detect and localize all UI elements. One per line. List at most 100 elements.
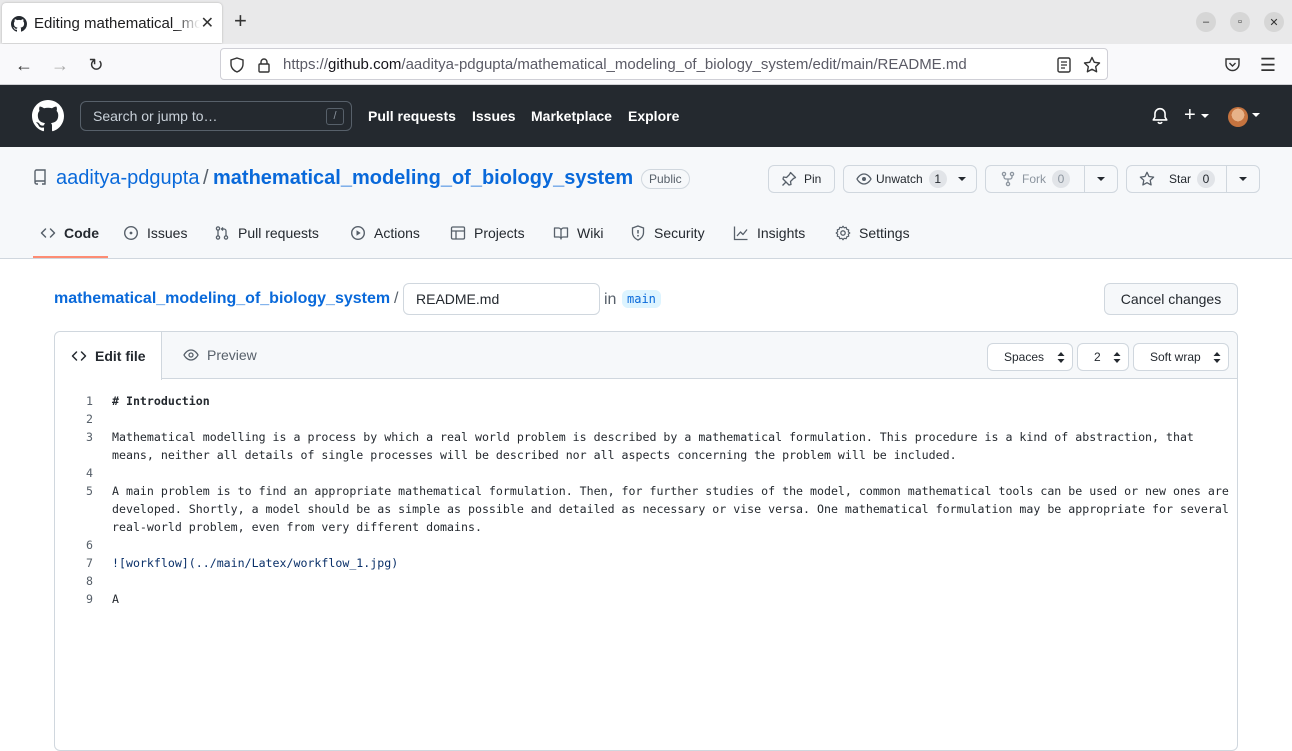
tab-pull-requests[interactable]: Pull requests	[214, 225, 319, 241]
nav-issues[interactable]: Issues	[472, 108, 516, 124]
fork-count: 0	[1052, 170, 1070, 188]
code-line[interactable]: ![workflow](../main/Latex/workflow_1.jpg…	[112, 554, 1234, 572]
line-number: 4	[86, 466, 93, 480]
fork-label: Fork	[1022, 172, 1046, 186]
tab-wiki[interactable]: Wiki	[553, 225, 603, 241]
menu-icon[interactable]: ☰	[1257, 54, 1279, 76]
forward-icon[interactable]: →	[49, 54, 71, 76]
eye-icon	[183, 349, 199, 361]
unwatch-button[interactable]: Unwatch 1	[843, 165, 977, 193]
tab-actions[interactable]: Actions	[350, 225, 420, 241]
line-number: 6	[86, 538, 93, 552]
repo-path-separator: /	[203, 167, 209, 189]
in-label: in	[604, 291, 617, 308]
url-text: https://github.com/aaditya-pdgupta/mathe…	[283, 56, 967, 73]
branch-badge[interactable]: main	[622, 290, 661, 308]
nav-pull-requests[interactable]: Pull requests	[368, 108, 456, 124]
shield-icon[interactable]	[229, 57, 245, 73]
user-avatar[interactable]	[1228, 107, 1248, 127]
book-icon	[553, 227, 569, 240]
indent-mode-select[interactable]: Spaces	[987, 343, 1073, 371]
select-arrows-icon	[1113, 352, 1121, 363]
filename-input[interactable]: README.md	[403, 283, 600, 315]
reader-view-icon[interactable]	[1057, 57, 1071, 73]
search-placeholder: Search or jump to…	[93, 108, 218, 124]
code-line[interactable]: Mathematical modelling is a process by w…	[112, 428, 1234, 464]
active-tab-underline	[33, 256, 108, 258]
tab-code[interactable]: Code	[40, 225, 99, 241]
fork-icon	[1001, 171, 1015, 187]
repo-owner-link[interactable]: aaditya-pdgupta	[56, 167, 199, 190]
fork-button[interactable]: Fork 0	[985, 165, 1085, 193]
browser-tab[interactable]: Editing mathematical_modeling_of_biology…	[2, 3, 222, 43]
window-close-icon[interactable]: ✕	[1264, 12, 1284, 32]
git-pull-request-icon	[215, 226, 229, 240]
line-number: 2	[86, 412, 93, 426]
line-number: 8	[86, 574, 93, 588]
create-new-plus-icon[interactable]: +	[1184, 104, 1210, 127]
search-input[interactable]: Search or jump to… /	[80, 101, 352, 131]
restore-icon[interactable]: ▫	[1230, 12, 1250, 32]
lock-icon[interactable]	[257, 57, 271, 73]
avatar-chevron-down-icon[interactable]	[1252, 113, 1260, 117]
reload-icon[interactable]: ↻	[85, 54, 107, 76]
pin-label: Pin	[804, 172, 822, 186]
url-bar[interactable]: https://github.com/aaditya-pdgupta/mathe…	[220, 48, 1108, 80]
star-count: 0	[1197, 170, 1216, 188]
repo-name-link[interactable]: mathematical_modeling_of_biology_system	[213, 167, 633, 190]
code-line[interactable]: A main problem is to find an appropriate…	[112, 482, 1234, 536]
star-label: Star	[1169, 172, 1192, 186]
table-icon	[450, 226, 466, 240]
indent-size-select[interactable]: 2	[1077, 343, 1129, 371]
pocket-icon[interactable]	[1224, 56, 1241, 73]
watch-count: 1	[928, 170, 947, 188]
tab-issues[interactable]: Issues	[123, 225, 187, 241]
back-icon[interactable]: ←	[13, 54, 35, 76]
line-number: 9	[86, 592, 93, 606]
tab-security[interactable]: Security	[630, 225, 705, 241]
line-number: 1	[86, 394, 93, 408]
star-chevron-down-icon	[1239, 177, 1247, 181]
line-number: 3	[86, 430, 93, 444]
editor-header: Edit file Preview Spaces 2 Soft wrap	[55, 332, 1237, 380]
edit-file-tab[interactable]: Edit file	[55, 332, 162, 380]
breadcrumb-separator: /	[394, 290, 399, 307]
tab-projects[interactable]: Projects	[450, 225, 525, 241]
preview-tab[interactable]: Preview	[183, 347, 257, 363]
code-icon	[40, 228, 56, 238]
breadcrumb-repo-link[interactable]: mathematical_modeling_of_biology_system	[54, 290, 390, 308]
bookmark-star-icon[interactable]	[1083, 56, 1101, 74]
nav-explore[interactable]: Explore	[628, 108, 679, 124]
browser-tab-bar: Editing mathematical_modeling_of_biology…	[0, 0, 1292, 44]
code-line[interactable]: # Introduction	[112, 392, 1234, 410]
select-arrows-icon	[1057, 352, 1065, 363]
github-logo-icon[interactable]	[32, 100, 64, 132]
minimize-icon[interactable]: –	[1196, 12, 1216, 32]
graph-icon	[733, 226, 748, 241]
eye-icon	[856, 173, 872, 185]
pin-icon	[782, 171, 797, 186]
code-line[interactable]: A	[112, 590, 1234, 608]
cancel-changes-button[interactable]: Cancel changes	[1104, 283, 1238, 315]
fork-dropdown-button[interactable]	[1084, 165, 1118, 193]
tab-insights[interactable]: Insights	[733, 225, 805, 241]
repo-icon	[34, 169, 46, 185]
tab-settings[interactable]: Settings	[835, 225, 910, 241]
visibility-badge: Public	[641, 169, 690, 189]
play-icon	[350, 225, 366, 241]
new-tab-icon[interactable]: +	[234, 9, 247, 33]
notifications-bell-icon[interactable]	[1151, 107, 1169, 125]
tab-title: Editing mathematical_modeling_of_biology…	[34, 15, 200, 32]
unwatch-label: Unwatch	[876, 172, 923, 186]
unwatch-chevron-down-icon	[957, 177, 966, 181]
browser-nav-bar: ← → ↻ https://github.com/aaditya-pdgupta…	[0, 44, 1292, 85]
select-arrows-icon	[1213, 352, 1221, 363]
pin-button[interactable]: Pin	[768, 165, 835, 193]
github-favicon-icon	[11, 16, 27, 32]
tab-close-icon[interactable]: ✕	[201, 13, 214, 33]
star-dropdown-button[interactable]	[1226, 165, 1260, 193]
nav-marketplace[interactable]: Marketplace	[531, 108, 612, 124]
wrap-mode-select[interactable]: Soft wrap	[1133, 343, 1229, 371]
line-number: 7	[86, 556, 93, 570]
star-button[interactable]: Star 0	[1126, 165, 1227, 193]
